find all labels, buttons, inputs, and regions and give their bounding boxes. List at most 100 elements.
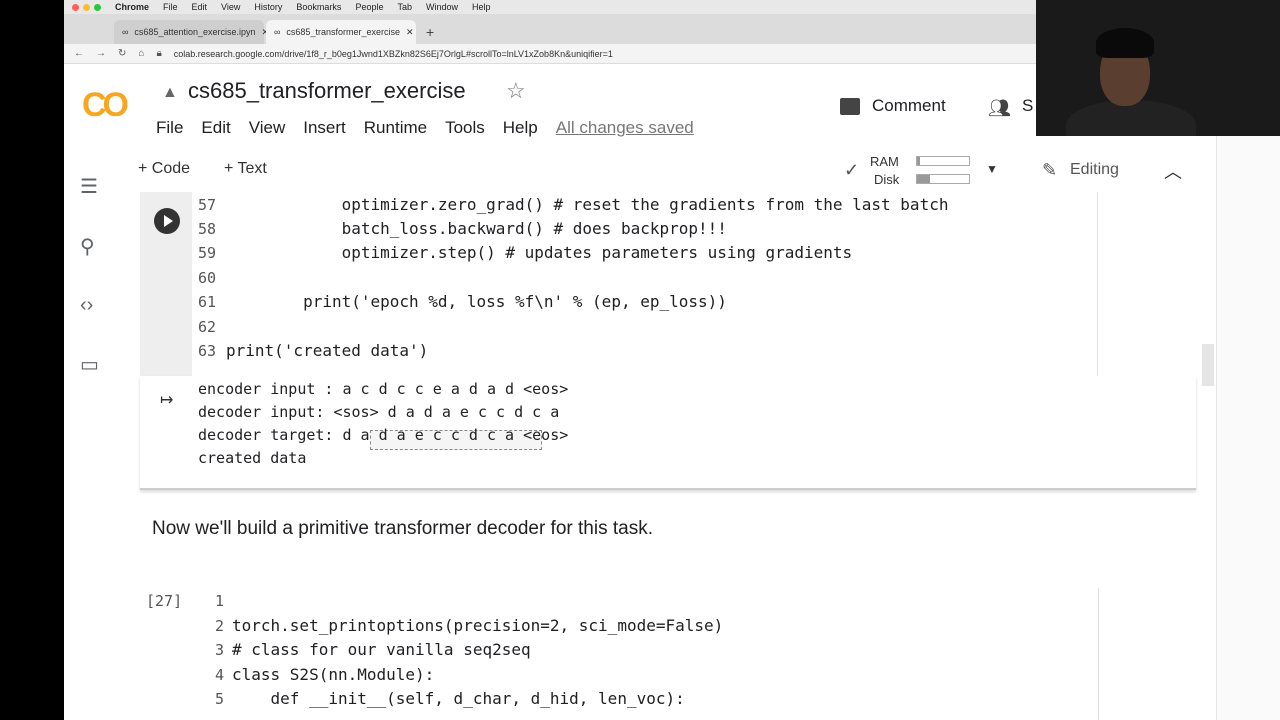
menu-insert[interactable]: Insert xyxy=(303,118,346,138)
disk-meter-fill xyxy=(917,175,930,183)
disk-label: Disk xyxy=(874,172,900,187)
notebook-menu-bar: File Edit View Insert Runtime Tools Help… xyxy=(156,118,694,138)
editing-mode-button[interactable]: Editing xyxy=(1070,161,1119,179)
menu-file[interactable]: File xyxy=(156,118,183,138)
mac-menu-file[interactable]: File xyxy=(163,2,178,12)
close-window-button[interactable] xyxy=(72,3,79,11)
back-icon[interactable]: ← xyxy=(74,48,84,59)
page-side-strip xyxy=(1216,136,1280,720)
add-code-button[interactable]: + Code xyxy=(138,160,190,178)
mac-menu-view[interactable]: View xyxy=(221,2,240,12)
reload-icon[interactable]: ↻ xyxy=(118,48,126,59)
webcam-overlay xyxy=(1036,0,1280,136)
output-line: encoder input : a c d c c e a d a d <eos… xyxy=(198,380,569,398)
ram-meter-fill xyxy=(917,157,920,165)
resources-dropdown-icon[interactable]: ▼ xyxy=(986,162,998,176)
run-cell-button[interactable] xyxy=(154,208,180,234)
comment-button[interactable]: Comment xyxy=(840,96,946,116)
code-line: batch_loss.backward() # does backprop!!! xyxy=(226,219,727,238)
minimize-window-button[interactable] xyxy=(83,3,90,11)
colab-tab-icon: ∞ xyxy=(274,27,281,37)
mac-menu-window[interactable]: Window xyxy=(426,2,458,12)
output-menu-icon[interactable]: ↦ xyxy=(160,390,173,410)
collapse-header-icon[interactable]: ︿ xyxy=(1164,158,1182,184)
tab-label: cs685_attention_exercise.ipyn xyxy=(134,27,256,37)
line-number: 5 xyxy=(214,690,224,708)
output-line: created data xyxy=(198,449,307,467)
line-number: 3 xyxy=(214,641,224,659)
new-tab-button[interactable]: + xyxy=(418,24,442,44)
colab-tab-icon: ∞ xyxy=(122,27,129,37)
save-status[interactable]: All changes saved xyxy=(556,118,694,138)
menu-runtime[interactable]: Runtime xyxy=(364,118,427,138)
menu-help[interactable]: Help xyxy=(503,118,538,138)
star-icon[interactable]: ☆ xyxy=(506,78,526,104)
colab-logo[interactable]: CO xyxy=(82,86,129,125)
code-line: optimizer.zero_grad() # reset the gradie… xyxy=(226,195,949,214)
line-number: 57 xyxy=(197,196,216,214)
line-number: 58 xyxy=(197,220,216,238)
menu-view[interactable]: View xyxy=(249,118,286,138)
code-line: # class for our vanilla seq2seq xyxy=(232,640,531,659)
cell-gutter xyxy=(140,192,192,376)
lock-icon: 🔒︎ xyxy=(156,48,162,59)
code-line: torch.set_printoptions(precision=2, sci_… xyxy=(232,616,724,635)
share-button[interactable]: S xyxy=(1022,96,1033,116)
forward-icon[interactable]: → xyxy=(96,48,106,59)
code-line: optimizer.step() # updates parameters us… xyxy=(226,243,853,262)
code-editor[interactable]: 57 optimizer.zero_grad() # reset the gra… xyxy=(192,192,1172,376)
scrollbar-thumb[interactable] xyxy=(1202,344,1214,386)
connected-check-icon: ✓ xyxy=(844,160,860,180)
code-line: def __init__(self, d_char, d_hid, len_vo… xyxy=(232,689,685,708)
mac-menu-tab[interactable]: Tab xyxy=(397,2,412,12)
home-icon[interactable]: ⌂ xyxy=(138,48,144,59)
comment-label: Comment xyxy=(872,96,946,115)
people-icon[interactable]: 👥︎ xyxy=(988,98,1011,119)
code-line: class S2S(nn.Module): xyxy=(232,665,435,684)
code-line: print('created data') xyxy=(226,341,429,360)
menu-tools[interactable]: Tools xyxy=(445,118,485,138)
cell-ruler-line xyxy=(1098,588,1099,720)
browser-tab-transformer[interactable]: ∞ cs685_transformer_exercise ✕ xyxy=(266,20,416,44)
execution-count: [27] xyxy=(146,592,183,610)
notebook-toolbar: + Code + Text ✓ RAM Disk ▼ ✎ Editing ︿ xyxy=(64,154,1216,187)
zoom-window-button[interactable] xyxy=(94,3,101,11)
mac-menu-bookmarks[interactable]: Bookmarks xyxy=(296,2,341,12)
ram-label: RAM xyxy=(870,154,899,169)
code-snippets-icon[interactable]: ‹› xyxy=(80,294,93,317)
colab-app: CO ▲ cs685_transformer_exercise ☆ File E… xyxy=(64,64,1216,720)
ram-meter[interactable] xyxy=(916,156,970,166)
presenter-hair xyxy=(1096,28,1154,58)
output-line: decoder input: <sos> d a d a e c c d c a xyxy=(198,403,560,421)
disk-meter[interactable] xyxy=(916,174,970,184)
line-number: 4 xyxy=(214,666,224,684)
close-tab-icon[interactable]: ✕ xyxy=(406,27,414,38)
mac-menu-people[interactable]: People xyxy=(355,2,383,12)
browser-tab-attention[interactable]: ∞ cs685_attention_exercise.ipyn ✕ xyxy=(114,20,269,44)
line-number: 61 xyxy=(197,293,216,311)
mac-menu-app[interactable]: Chrome xyxy=(115,2,149,12)
menu-edit[interactable]: Edit xyxy=(201,118,230,138)
code-cell[interactable]: 57 optimizer.zero_grad() # reset the gra… xyxy=(140,192,1196,490)
text-cell[interactable]: Now we'll build a primitive transformer … xyxy=(152,518,653,540)
table-of-contents-icon[interactable]: ☰ xyxy=(80,174,98,199)
mac-menu-history[interactable]: History xyxy=(254,2,282,12)
output-line: decoder target: d a d a e c c d c a <eos… xyxy=(198,426,569,444)
files-icon[interactable]: ▭ xyxy=(80,352,99,377)
tab-label: cs685_transformer_exercise xyxy=(286,27,400,37)
mac-menu-edit[interactable]: Edit xyxy=(192,2,208,12)
add-text-button[interactable]: + Text xyxy=(224,160,267,178)
code-line: print('epoch %d, loss %f\n' % (ep, ep_lo… xyxy=(226,292,727,311)
line-number: 59 xyxy=(197,244,216,262)
notebook-title[interactable]: cs685_transformer_exercise xyxy=(188,78,466,104)
url-field[interactable]: colab.research.google.com/drive/1f8_r_b0… xyxy=(174,49,613,59)
line-number: 60 xyxy=(197,269,216,287)
window-controls[interactable] xyxy=(72,3,101,11)
code-cell[interactable]: [27] 1 2 torch.set_printoptions(precisio… xyxy=(140,588,1196,720)
line-number: 1 xyxy=(214,592,224,610)
mac-menu-help[interactable]: Help xyxy=(472,2,491,12)
pencil-icon: ✎ xyxy=(1042,160,1058,180)
search-icon[interactable]: ⚲ xyxy=(80,234,95,259)
comment-icon xyxy=(840,97,860,115)
line-number: 63 xyxy=(197,342,216,360)
